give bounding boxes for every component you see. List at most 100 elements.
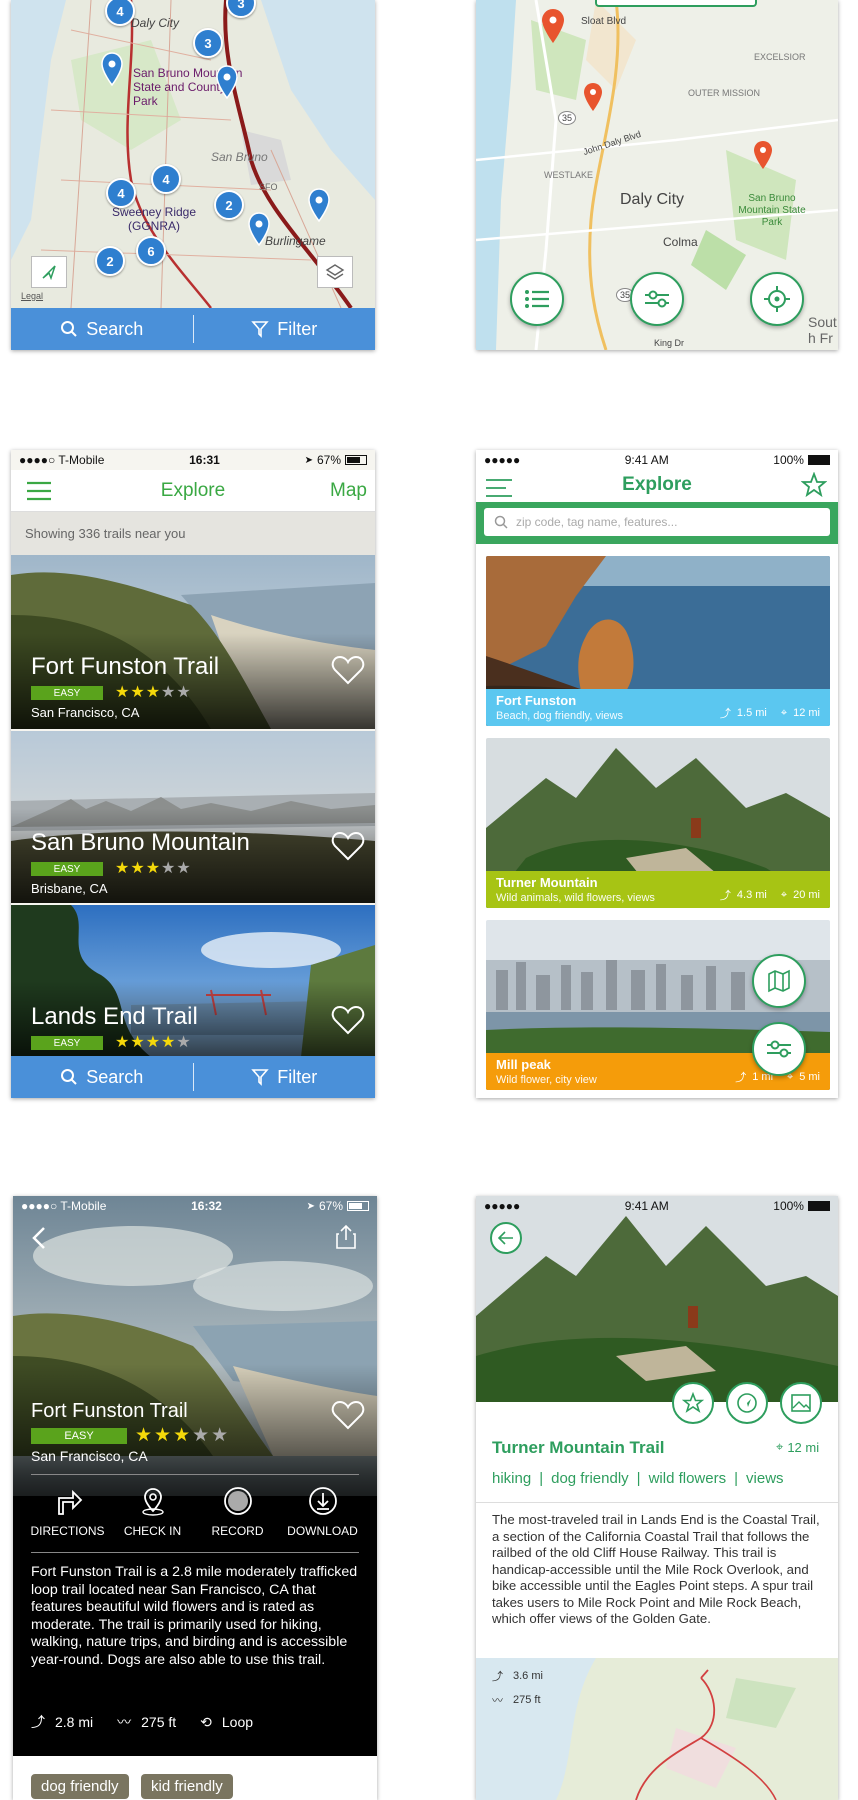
check-in-button[interactable]: CHECK IN: [110, 1486, 195, 1538]
battery-icon: [347, 1201, 369, 1211]
cluster-marker[interactable]: 6: [136, 236, 166, 266]
battery-percent: 100%: [773, 1199, 804, 1213]
heart-icon[interactable]: [331, 1005, 365, 1035]
back-arrow-icon: [498, 1231, 513, 1245]
tag-link[interactable]: hiking: [492, 1470, 531, 1487]
cluster-marker[interactable]: 3: [193, 28, 223, 58]
turner-detail-screen: ●●●●● 9:41 AM 100% Turner Mountain Trail…: [476, 1196, 838, 1800]
sliders-icon: [645, 290, 669, 308]
pin-icon: ⌖: [776, 1439, 784, 1454]
search-label: Search: [86, 318, 144, 339]
cluster-marker[interactable]: 2: [95, 246, 125, 276]
navigation-icon: [737, 1393, 757, 1413]
trail-distance: 5 mi: [799, 1071, 820, 1083]
status-bar: ●●●●○ T-Mobile 16:31 ➤ 67%: [11, 450, 375, 470]
filter-button[interactable]: Filter: [194, 1056, 376, 1098]
battery-percent: 100%: [773, 453, 804, 467]
battery-icon: [807, 455, 830, 465]
battery-icon: [345, 455, 367, 465]
city-label: South Fran: [808, 314, 837, 350]
search-icon: [61, 1069, 77, 1085]
map-view-button[interactable]: [752, 954, 806, 1008]
time-label: 9:41 AM: [624, 453, 669, 467]
map-pin-icon[interactable]: [216, 65, 238, 99]
filter-button[interactable]: [630, 272, 684, 326]
legal-link[interactable]: Legal: [21, 291, 43, 301]
star-icon[interactable]: [801, 472, 827, 498]
image-icon: [791, 1394, 811, 1412]
locate-button[interactable]: [750, 272, 804, 326]
map-pin-icon[interactable]: [308, 188, 330, 222]
filter-button[interactable]: Filter: [194, 308, 376, 350]
action-label: DOWNLOAD: [287, 1524, 358, 1538]
search-button[interactable]: Search: [11, 1056, 193, 1098]
carrier-label: ●●●●○ T-Mobile: [21, 1199, 107, 1213]
tag-link[interactable]: wild flowers: [649, 1470, 727, 1487]
trail-length: 4.3 mi: [736, 889, 767, 901]
locate-button[interactable]: [31, 256, 67, 288]
carrier-label: ●●●●○ T-Mobile: [19, 453, 105, 467]
crosshair-icon: [764, 286, 790, 312]
record-button[interactable]: RECORD: [195, 1486, 280, 1538]
trail-card[interactable]: Lands End Trail EASY ★★★★★: [11, 905, 375, 1057]
layers-button[interactable]: [317, 256, 353, 288]
divider: [31, 1474, 359, 1475]
map-pin-icon[interactable]: [753, 140, 773, 170]
trail-card[interactable]: Turner Mountain Wild animals, wild flowe…: [486, 738, 830, 908]
back-button[interactable]: [490, 1222, 522, 1254]
trail-name: Fort Funston Trail: [31, 653, 220, 680]
map-pin-icon[interactable]: [101, 52, 123, 86]
trail-location: Brisbane, CA: [31, 881, 108, 896]
tag-chip[interactable]: kid friendly: [141, 1774, 233, 1799]
tag-chip[interactable]: dog friendly: [31, 1774, 129, 1799]
map-pin-icon[interactable]: [583, 82, 603, 112]
location-arrow-icon: [42, 265, 56, 280]
card-info-bar: Fort Funston Beach, dog friendly, views …: [486, 689, 830, 726]
tag-link[interactable]: dog friendly: [551, 1470, 629, 1487]
heart-icon[interactable]: [331, 1400, 365, 1430]
search-input[interactable]: zip code, tag name, features...: [484, 508, 830, 536]
share-icon[interactable]: [335, 1224, 357, 1250]
tag-separator: |: [636, 1470, 641, 1487]
map-icon: [768, 969, 790, 993]
cluster-marker[interactable]: 4: [151, 164, 181, 194]
list-view-button[interactable]: [510, 272, 564, 326]
place-label: Burlingame: [265, 234, 326, 248]
back-chevron-icon[interactable]: [31, 1226, 47, 1250]
trail-elevation: 275 ft: [141, 1714, 177, 1730]
heart-icon[interactable]: [331, 831, 365, 861]
tag-list: dog friendly kid friendly: [31, 1774, 241, 1799]
map-pin-icon[interactable]: [248, 212, 270, 246]
difficulty-badge: EASY: [31, 1428, 127, 1444]
directions-button[interactable]: DIRECTIONS: [25, 1486, 110, 1538]
search-placeholder: zip code, tag name, features...: [516, 515, 678, 529]
difficulty-badge: EASY: [31, 862, 103, 876]
time-label: 16:31: [189, 453, 220, 467]
record-icon: [223, 1487, 252, 1515]
tag-link[interactable]: views: [746, 1470, 784, 1487]
cluster-marker[interactable]: 4: [106, 178, 136, 208]
search-button[interactable]: Search: [11, 308, 193, 350]
tag-separator: |: [734, 1470, 739, 1487]
photos-button[interactable]: [780, 1382, 822, 1424]
city-label: Colma: [663, 235, 698, 249]
time-label: 16:32: [191, 1199, 222, 1213]
map-link[interactable]: Map: [330, 480, 367, 502]
filter-button[interactable]: [752, 1022, 806, 1076]
heart-icon[interactable]: [331, 655, 365, 685]
star-rating: ★★★★★: [115, 860, 192, 877]
download-button[interactable]: DOWNLOAD: [280, 1486, 365, 1538]
trail-card[interactable]: Fort Funston Beach, dog friendly, views …: [486, 556, 830, 726]
trail-card[interactable]: San Bruno Mountain EASY ★★★★★ Brisbane, …: [11, 731, 375, 903]
map-pin-icon[interactable]: [541, 8, 565, 44]
action-label: CHECK IN: [123, 1524, 182, 1538]
navigate-button[interactable]: [726, 1382, 768, 1424]
status-bar: ●●●●● 9:41 AM 100%: [476, 1196, 838, 1216]
trail-card[interactable]: Fort Funston Trail EASY ★★★★★ San Franci…: [11, 555, 375, 729]
divider: [192, 1063, 194, 1091]
route-icon: ⤴: [735, 1072, 747, 1084]
cluster-marker[interactable]: 2: [214, 190, 244, 220]
pin-icon: ⌖: [780, 706, 788, 719]
search-icon: [494, 515, 508, 529]
favorite-button[interactable]: [672, 1382, 714, 1424]
